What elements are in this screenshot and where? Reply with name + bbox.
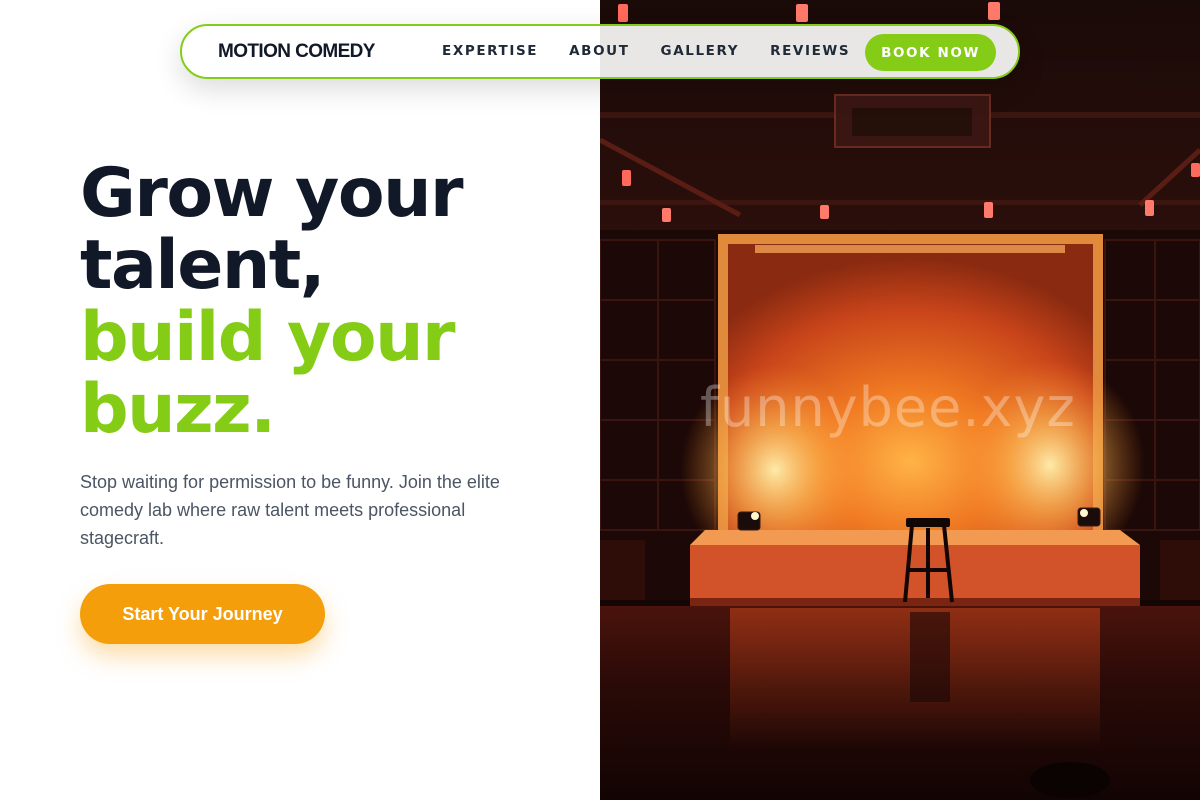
- headline-line-3: build your: [80, 298, 456, 377]
- hero-headline: Grow your talent, build your buzz.: [80, 158, 580, 446]
- nav-links: EXPERTISE ABOUT GALLERY REVIEWS: [442, 43, 881, 59]
- book-now-button[interactable]: BOOK NOW: [865, 34, 996, 71]
- nav-link-about[interactable]: ABOUT: [569, 43, 629, 59]
- brand-logo[interactable]: MOTION COMEDY: [218, 41, 375, 63]
- headline-line-1: Grow your: [80, 154, 464, 233]
- headline-line-4: buzz.: [80, 370, 276, 449]
- nav-link-gallery[interactable]: GALLERY: [661, 43, 740, 59]
- top-navigation: MOTION COMEDY EXPERTISE ABOUT GALLERY RE…: [180, 24, 1020, 79]
- hero-subtext: Stop waiting for permission to be funny.…: [80, 472, 500, 548]
- headline-line-2: talent,: [80, 226, 326, 305]
- nav-link-reviews[interactable]: REVIEWS: [770, 43, 850, 59]
- watermark-text: funnybee.xyz: [700, 376, 1076, 439]
- start-journey-button[interactable]: Start Your Journey: [80, 584, 325, 644]
- nav-link-expertise[interactable]: EXPERTISE: [442, 43, 538, 59]
